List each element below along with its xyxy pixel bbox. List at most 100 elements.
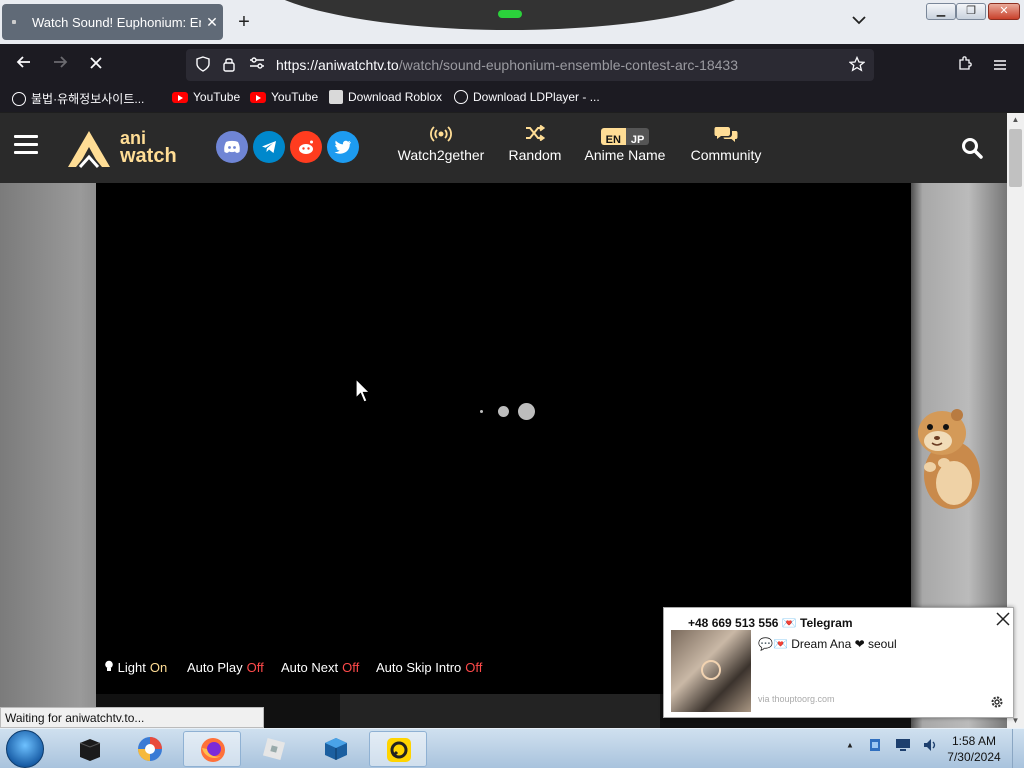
lock-icon[interactable] [220,56,238,74]
show-desktop-button[interactable] [1012,729,1024,768]
forward-arrow-icon [54,56,68,68]
browser-nav-bar: https://aniwatchtv.to/watch/sound-euphon… [0,44,1024,86]
network-monitor-icon [895,739,910,751]
window-close-button[interactable]: ✕ [988,3,1020,20]
broadcast-icon [394,125,488,147]
menu-label: Anime Name [584,147,666,163]
screen: Watch Sound! Euphonium: Ensemble Contest… [0,0,1024,768]
taskbar-app-ldplayer[interactable] [369,731,427,767]
scrollbar-thumb[interactable] [1009,129,1022,187]
tab-close-icon[interactable]: ✕ [201,14,223,31]
taskbar-app-virtualbox[interactable] [307,731,365,767]
autonext-value: Off [342,660,360,675]
extensions-button[interactable] [952,52,978,78]
bookmark-label: Download Roblox [348,90,443,104]
site-logo[interactable]: ani watch [66,127,186,171]
language-toggle[interactable]: EN JP [580,125,670,147]
flag-icon [870,739,881,751]
app-menu-button[interactable] [987,52,1013,78]
document-icon [329,90,343,104]
loading-spinner [480,403,540,420]
notification-source: via thouptoorg.com [758,694,835,704]
overlay-widget [250,0,770,30]
bookmark-item[interactable]: 불법·유해정보사이트... [12,90,144,107]
ldplayer-icon [387,738,411,762]
browser-tab-active[interactable]: Watch Sound! Euphonium: Ensemble Contest… [2,4,223,40]
window-restore-button[interactable]: ❐ [956,3,986,20]
virtualbox-icon [325,738,347,760]
menu-label: Community [690,147,762,163]
telegram-icon[interactable] [253,131,285,163]
tracking-shield-icon[interactable] [194,56,212,74]
globe-icon [12,91,26,106]
notification-settings-gear-icon[interactable] [989,695,1005,711]
widget-indicator [498,10,522,18]
light-toggle[interactable]: Light On [104,660,167,675]
back-button[interactable] [11,52,37,78]
menu-watch2gether[interactable]: Watch2gether [394,125,488,163]
bookmark-item[interactable]: YouTube [250,90,318,104]
colorful-browser-icon [138,737,162,761]
video-player[interactable] [96,183,911,638]
bookmark-label: 불법·유해정보사이트... [31,92,145,106]
reddit-icon[interactable] [290,131,322,163]
light-label: Light [117,660,146,675]
lang-en-option[interactable]: EN [600,128,626,145]
notification-title: +48 669 513 556 💌 Telegram [688,616,853,630]
autoplay-value: Off [246,660,264,675]
site-menu-button[interactable] [14,135,38,155]
taskbar-app-roblox[interactable] [245,731,303,767]
taskbar-clock[interactable]: 1:58 AM 7/30/2024 [944,733,1004,765]
youtube-icon [172,91,188,103]
clock-date: 7/30/2024 [947,750,1001,764]
bookmarks-bar: 불법·유해정보사이트... YouTube YouTube Download R… [0,86,1024,112]
tab-favicon-icon [12,20,16,24]
forward-button[interactable] [47,52,73,78]
list-all-tabs-icon[interactable] [852,12,866,28]
scroll-up-icon[interactable]: ▲ [1007,113,1024,127]
menu-label: Watch2gether [397,147,485,163]
back-arrow-icon [16,56,30,68]
bookmark-item[interactable]: YouTube [172,90,240,104]
taskbar-app-terminal[interactable] [61,731,119,767]
search-icon[interactable] [961,137,983,159]
notification-thumbnail[interactable] [671,630,751,712]
ad-notification-popup[interactable]: +48 669 513 556 💌 Telegram 💬💌 Dream Ana … [663,607,1014,718]
discord-icon[interactable] [216,131,248,163]
notification-body: 💬💌 Dream Ana ❤ seoul [758,637,897,651]
url-text[interactable]: https://aniwatchtv.to/watch/sound-euphon… [276,57,738,73]
menu-label: Random [508,147,562,163]
roblox-icon [262,737,286,761]
lang-jp-option[interactable]: JP [625,128,650,145]
notification-close-icon[interactable] [995,612,1011,628]
autoplay-toggle[interactable]: Auto Play Off [187,660,264,675]
autonext-toggle[interactable]: Auto Next Off [281,660,359,675]
bookmark-star-icon[interactable] [848,55,866,74]
menu-random[interactable]: Random [503,124,567,163]
taskbar-app-browser-colorful[interactable] [121,731,179,767]
logo-text-bottom: watch [120,145,177,167]
menu-icon [994,60,1006,70]
bookmark-item[interactable]: Download Roblox [329,90,442,104]
bookmark-item[interactable]: Download LDPlayer - ... [454,90,600,104]
autoplay-label: Auto Play [187,660,243,675]
menu-anime-name[interactable]: EN JP Anime Name [580,125,670,163]
site-permissions-icon[interactable] [248,56,266,74]
start-button[interactable] [6,730,44,768]
show-hidden-icons-icon[interactable]: ▲ [846,741,854,750]
twitter-icon[interactable] [327,131,359,163]
shuffle-icon [503,124,567,147]
menu-community[interactable]: Community [684,125,768,163]
address-bar[interactable]: https://aniwatchtv.to/watch/sound-euphon… [186,49,874,81]
episode-panel [340,694,660,728]
system-tray: ▲ [846,737,938,753]
autoskip-toggle[interactable]: Auto Skip Intro Off [376,660,482,675]
window-minimize-button[interactable]: ▁ [926,3,956,20]
browser-tab-bar: Watch Sound! Euphonium: Ensemble Contest… [0,0,1024,44]
taskbar-app-firefox[interactable] [183,731,241,767]
bookmark-label: YouTube [193,90,241,104]
new-tab-button[interactable]: + [232,10,256,34]
stop-loading-button[interactable] [83,52,109,78]
hamster-mascot [918,409,980,509]
autoskip-value: Off [465,660,483,675]
